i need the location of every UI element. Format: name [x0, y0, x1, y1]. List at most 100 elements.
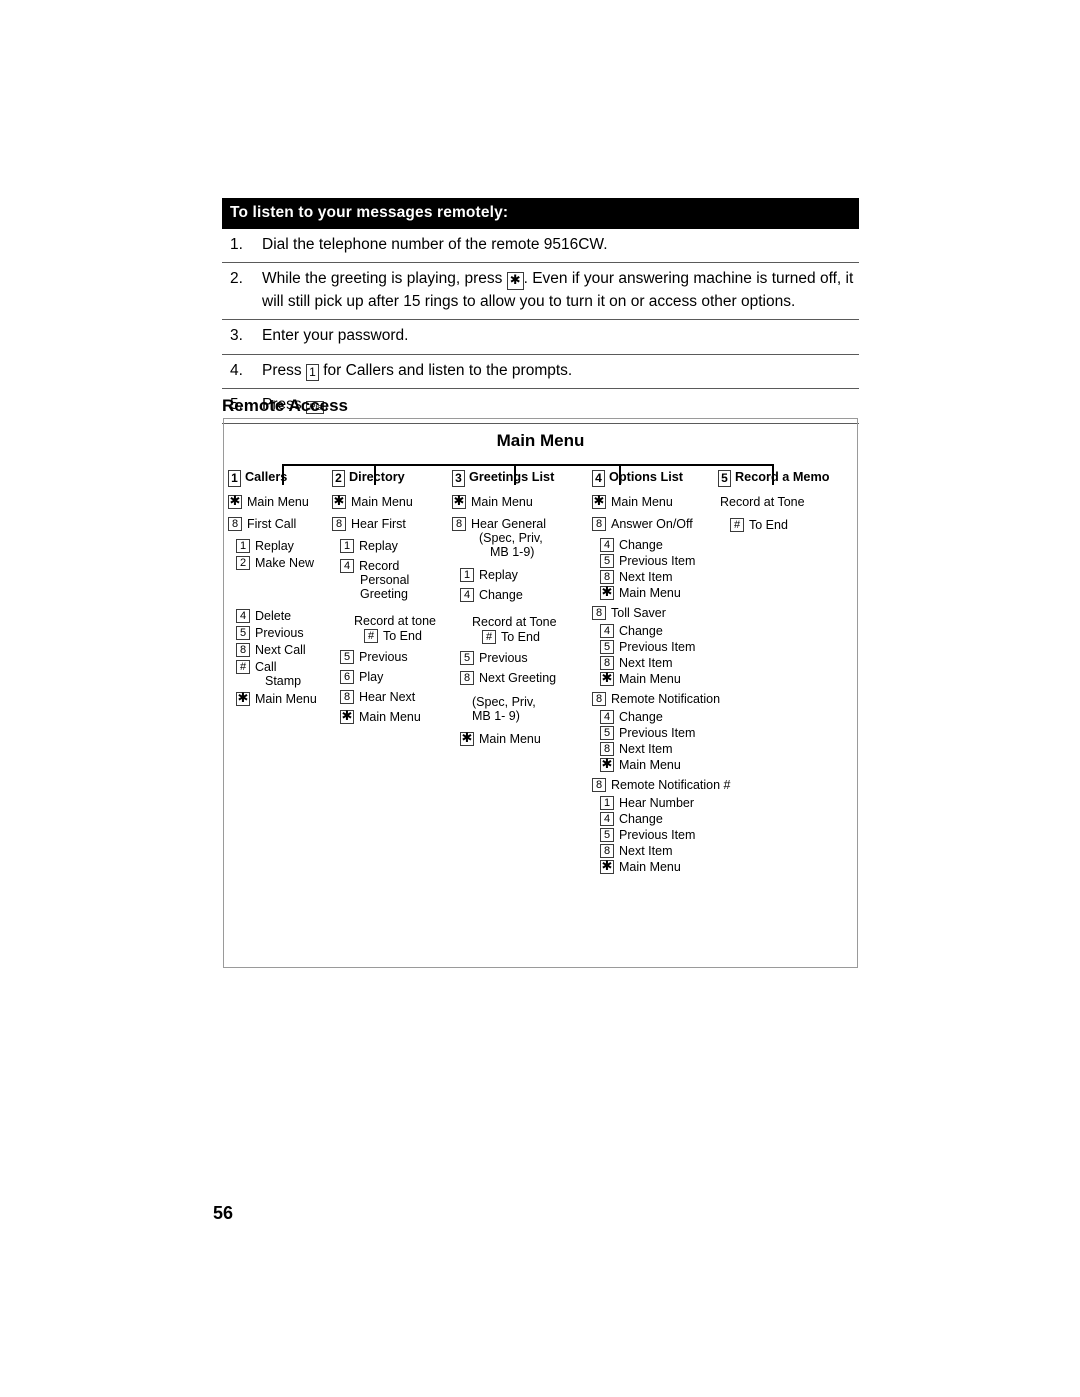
menu-item-label: Replay — [359, 539, 398, 553]
menu-item[interactable]: ✱ Main Menu — [340, 709, 436, 724]
menu-item[interactable]: 8 Remote Notification # — [592, 778, 731, 792]
digit-key-icon: 1 — [340, 539, 354, 553]
menu-item-label: Hear General — [471, 517, 547, 531]
menu-item[interactable]: 8 Next Item — [600, 742, 731, 756]
menu-item-label: Main Menu — [619, 758, 681, 772]
menu-item-label: Main Menu — [611, 495, 673, 509]
menu-item[interactable]: 8 Next Greeting — [460, 671, 557, 685]
menu-item-label: Previous Item — [619, 554, 696, 568]
menu-item[interactable]: ✱ Main Menu — [592, 494, 731, 509]
step-text: Press 1 for Callers and listen to the pr… — [262, 360, 859, 382]
menu-column-greetings-list: 3 Greetings List ✱ Main Menu 8 Hear General (S… — [452, 469, 557, 746]
digit-key-icon: 5 — [600, 828, 614, 842]
column-header[interactable]: 4 Options List — [592, 469, 731, 487]
menu-item-label: Change — [619, 710, 663, 724]
menu-item[interactable]: 1 Replay — [460, 568, 557, 582]
menu-item-label: Main Menu — [619, 586, 681, 600]
menu-item[interactable]: 8 Hear General — [452, 517, 557, 531]
menu-item[interactable]: 4 Delete — [236, 609, 317, 623]
menu-item[interactable]: ✱ Main Menu — [332, 493, 436, 509]
menu-item[interactable]: 4 Change — [600, 710, 731, 724]
menu-item[interactable]: ✱ Main Menu — [600, 584, 731, 600]
menu-item-label: First Call — [247, 517, 297, 531]
menu-item[interactable]: 5 Previous Item — [600, 640, 731, 654]
menu-item[interactable]: # To End — [730, 518, 829, 532]
menu-item[interactable]: ✱ Main Menu — [228, 494, 317, 509]
star-key-icon: ✱ — [600, 858, 614, 874]
menu-item[interactable]: 2 Make New — [236, 556, 317, 570]
column-header[interactable]: 2 Directory — [332, 469, 436, 487]
menu-item[interactable]: 8 Hear Next — [340, 690, 436, 704]
menu-item[interactable]: ✱ Main Menu — [452, 494, 557, 509]
menu-item-label: Main Menu — [359, 710, 421, 724]
star-key-icon: ✱ — [460, 730, 474, 746]
menu-item[interactable]: 5 Previous Item — [600, 828, 731, 842]
star-key-icon: ✱ — [332, 493, 346, 509]
column-header-label: Directory — [349, 470, 405, 484]
menu-item[interactable]: 8 Next Item — [600, 570, 731, 584]
menu-item[interactable]: ✱ Main Menu — [460, 730, 557, 746]
menu-item-label: Record — [359, 559, 400, 573]
menu-item[interactable]: 1 Replay — [340, 539, 436, 553]
menu-item[interactable]: ✱ Main Menu — [236, 691, 317, 706]
menu-item[interactable]: 8 Answer On/Off — [592, 517, 731, 531]
remote-access-menu-tree: Main Menu 1 Callers ✱ Main Menu 8 First Call 1… — [223, 418, 858, 968]
star-key-icon: ✱ — [600, 756, 614, 772]
menu-item-label: Previous Item — [619, 828, 696, 842]
menu-item[interactable]: 8 Next Call — [236, 643, 317, 657]
menu-item[interactable]: 8 Hear First — [332, 517, 436, 531]
menu-item[interactable]: 4 Change — [600, 538, 731, 552]
menu-item[interactable]: 4 Change — [460, 588, 557, 602]
menu-item-label: Main Menu — [351, 495, 413, 509]
menu-item[interactable]: # Call — [236, 660, 317, 674]
menu-item[interactable]: 8 Next Item — [600, 656, 731, 670]
digit-key-icon: 2 — [236, 556, 250, 570]
menu-item[interactable]: 4 Change — [600, 624, 731, 638]
procedure-title: To listen to your messages remotely: — [222, 198, 859, 229]
column-header-label: Greetings List — [469, 470, 555, 484]
digit-key-icon: 8 — [452, 517, 466, 531]
digit-key-icon: 1 — [600, 796, 614, 810]
menu-item[interactable]: 1 Hear Number — [600, 796, 731, 810]
menu-item[interactable]: 5 Previous Item — [600, 554, 731, 568]
column-header[interactable]: 3 Greetings List — [452, 469, 557, 487]
digit-key-icon: 8 — [228, 517, 242, 531]
menu-item-label: Previous Item — [619, 726, 696, 740]
menu-item[interactable]: 5 Previous — [460, 651, 557, 665]
digit-key-icon: 8 — [592, 517, 606, 531]
menu-item[interactable]: 8 First Call — [228, 517, 317, 531]
procedure-step: 1. Dial the telephone number of the remot… — [222, 229, 859, 264]
star-key-icon: ✱ — [600, 584, 614, 600]
menu-item-label: Next Item — [619, 844, 673, 858]
menu-item[interactable]: 4 Record — [340, 559, 436, 573]
menu-item[interactable]: 5 Previous — [340, 650, 436, 664]
menu-item[interactable]: 1 Replay — [236, 539, 317, 553]
column-header[interactable]: 5 Record a Memo — [718, 469, 829, 487]
menu-item[interactable]: 8 Next Item — [600, 844, 731, 858]
menu-item[interactable]: ✱ Main Menu — [600, 858, 731, 874]
menu-item-label: Hear Number — [619, 796, 695, 810]
procedure-table: To listen to your messages remotely: 1. D… — [222, 198, 859, 424]
menu-item-label: To End — [501, 630, 540, 644]
menu-item[interactable]: # To End — [364, 629, 436, 643]
menu-item-label: Main Menu — [255, 692, 317, 706]
menu-item[interactable]: 8 Remote Notification — [592, 692, 731, 706]
menu-item-label: Main Menu — [471, 495, 533, 509]
menu-item[interactable]: 8 Toll Saver — [592, 606, 731, 620]
menu-item[interactable]: 5 Previous — [236, 626, 317, 640]
menu-item[interactable]: # To End — [482, 630, 557, 644]
menu-item[interactable]: ✱ Main Menu — [600, 756, 731, 772]
menu-item[interactable]: 5 Previous Item — [600, 726, 731, 740]
menu-item[interactable]: 4 Change — [600, 812, 731, 826]
menu-note: Record at tone — [354, 614, 436, 628]
step-text-before-key: Dial the telephone number of the remote … — [262, 236, 608, 253]
menu-item-label: Make New — [255, 556, 315, 570]
menu-item[interactable]: ✱ Main Menu — [600, 671, 731, 686]
menu-item[interactable]: 6 Play — [340, 670, 436, 684]
menu-item-label: Main Menu — [619, 860, 681, 874]
digit-key-icon: 4 — [600, 812, 614, 826]
menu-note: MB 1- 9) — [472, 709, 520, 723]
step-text: Dial the telephone number of the remote … — [262, 234, 859, 256]
column-header[interactable]: 1 Callers — [228, 469, 317, 487]
digit-key-icon: 8 — [340, 690, 354, 704]
